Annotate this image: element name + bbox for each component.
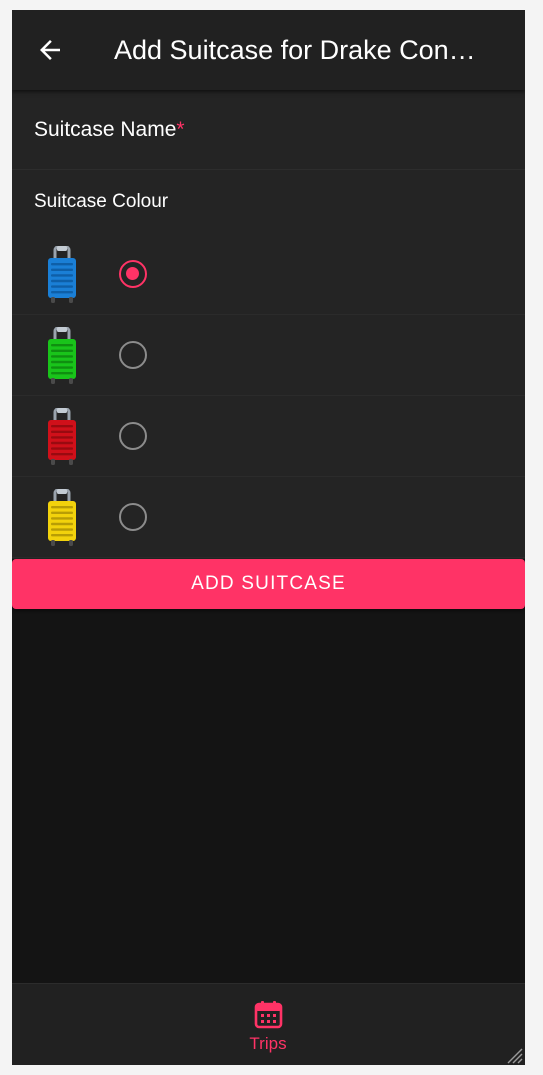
arrow-left-icon [40, 40, 60, 60]
colour-radio-yellow[interactable] [119, 503, 147, 531]
app-bar: Add Suitcase for Drake Con… [12, 10, 525, 90]
colour-radio-blue[interactable] [119, 260, 147, 288]
calendar-icon [254, 1001, 283, 1029]
bottom-navigation: Trips [12, 983, 525, 1065]
suitcase-form: Suitcase Name* Suitcase Colour [12, 90, 525, 559]
suitcase-red-icon [48, 408, 76, 465]
suitcase-name-label: Suitcase Name* [34, 117, 185, 143]
suitcase-blue-icon [48, 246, 76, 303]
suitcase-green-icon [48, 327, 76, 384]
colour-option-blue[interactable] [12, 234, 525, 315]
suitcase-yellow-icon [48, 489, 76, 546]
suitcase-colour-label: Suitcase Colour [34, 191, 169, 212]
page-title: Add Suitcase for Drake Con… [114, 35, 476, 65]
colour-radio-green[interactable] [119, 341, 147, 369]
required-marker: * [176, 118, 185, 141]
nav-item-trips[interactable]: Trips [228, 998, 308, 1058]
add-suitcase-button[interactable]: ADD SUITCASE [12, 559, 525, 609]
back-button[interactable] [30, 30, 70, 70]
suitcase-name-field[interactable]: Suitcase Name* [12, 90, 525, 170]
colour-option-yellow[interactable] [12, 477, 525, 558]
colour-radio-red[interactable] [119, 422, 147, 450]
colour-option-red[interactable] [12, 396, 525, 477]
resize-grip-icon[interactable] [505, 1046, 523, 1064]
suitcase-name-label-text: Suitcase Name [34, 118, 177, 141]
colour-option-green[interactable] [12, 315, 525, 396]
app-screen: Add Suitcase for Drake Con… Suitcase Nam… [12, 10, 525, 1065]
nav-item-trips-label: Trips [249, 1034, 287, 1053]
